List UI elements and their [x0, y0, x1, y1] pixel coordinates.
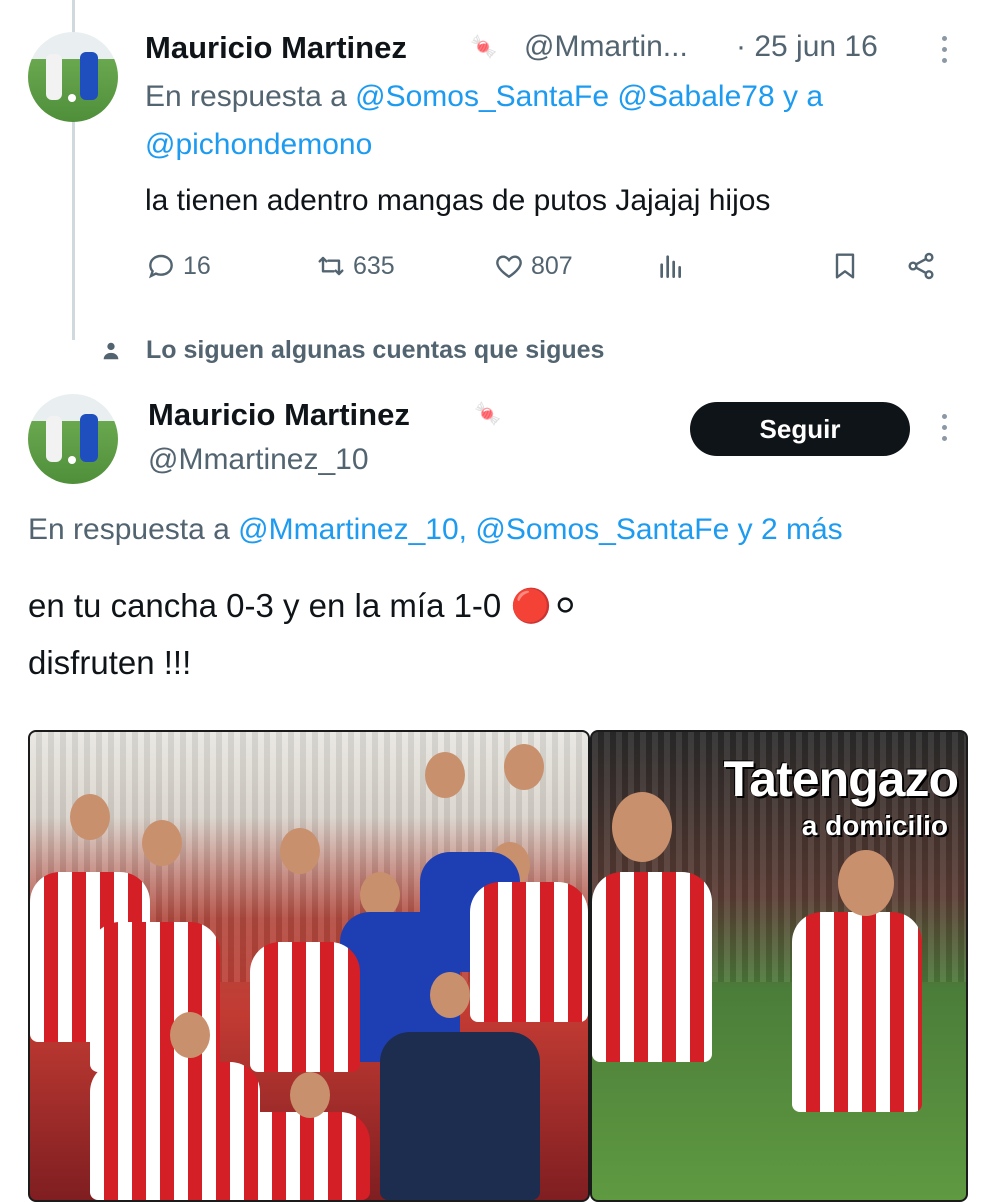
- retweet-count: 635: [353, 251, 395, 280]
- retweet-button[interactable]: 635: [315, 250, 395, 282]
- author-handle[interactable]: @Mmartin...: [524, 30, 688, 64]
- author-name[interactable]: Mauricio Martinez: [148, 397, 410, 433]
- reply-context: En respuesta a @Somos_SantaFe @Sabale78 …: [145, 80, 823, 114]
- avatar[interactable]: [28, 32, 118, 122]
- bookmark-button[interactable]: [829, 250, 867, 282]
- avatar[interactable]: [28, 394, 118, 484]
- bookmark-icon: [835, 253, 855, 279]
- mention-link[interactable]: @Somos_SantaFe: [475, 513, 729, 546]
- mention-link[interactable]: @Sabale78: [617, 80, 774, 113]
- tweet-date[interactable]: · 25 jun 16: [736, 30, 878, 64]
- candy-emoji: 🍬: [470, 34, 498, 59]
- mention-link[interactable]: @Somos_SantaFe: [355, 80, 609, 113]
- author-name[interactable]: Mauricio Martinez: [145, 30, 407, 66]
- reply-more-link[interactable]: y 2 más: [738, 513, 843, 546]
- share-button[interactable]: [905, 250, 943, 282]
- candy-emoji: 🍬: [474, 401, 502, 426]
- image-headline: Tatengazo: [723, 751, 959, 807]
- reply-button[interactable]: 16: [145, 250, 211, 282]
- share-icon: [908, 252, 934, 280]
- tweet-text: la tienen adentro mangas de putos Jajaja…: [145, 184, 771, 217]
- follow-button[interactable]: Seguir: [690, 402, 910, 456]
- views-icon: [660, 255, 681, 278]
- like-button[interactable]: 807: [493, 250, 573, 282]
- tatengazo-photo[interactable]: Tatengazo a domicilio: [590, 730, 968, 1202]
- reply-count: 16: [183, 251, 211, 280]
- reply-prefix: En respuesta a: [145, 80, 347, 113]
- author-handle[interactable]: @Mmartinez_10: [148, 443, 369, 477]
- retweet-icon: [318, 256, 344, 276]
- views-button[interactable]: [655, 250, 693, 282]
- tweet-text-line-2: disfruten !!!: [28, 644, 192, 681]
- image-subheadline: a domicilio: [801, 810, 948, 841]
- tweet-actions: 16 635 807: [145, 250, 945, 294]
- mention-link[interactable]: @Mmartinez_10,: [238, 513, 467, 546]
- like-count: 807: [531, 251, 573, 280]
- tweet-media-grid: Tatengazo a domicilio: [28, 730, 968, 1202]
- social-context-text: Lo siguen algunas cuentas que sigues: [146, 336, 605, 364]
- team-celebration-photo[interactable]: [28, 730, 590, 1202]
- reply-icon: [148, 254, 173, 279]
- reply-prefix: En respuesta a: [28, 513, 230, 546]
- reply-and: y a: [783, 80, 824, 113]
- social-context: Lo siguen algunas cuentas que sigues: [100, 336, 604, 365]
- reply-context: En respuesta a @Mmartinez_10, @Somos_San…: [28, 513, 843, 547]
- person-icon: [103, 342, 119, 359]
- mention-link[interactable]: @pichondemono: [145, 128, 372, 161]
- tweet-text-line-1: en tu cancha 0-3 y en la mía 1-0 🔴⚪: [28, 587, 580, 624]
- heart-icon: [496, 255, 522, 279]
- more-options-icon[interactable]: [942, 36, 948, 69]
- more-options-icon[interactable]: [942, 414, 948, 447]
